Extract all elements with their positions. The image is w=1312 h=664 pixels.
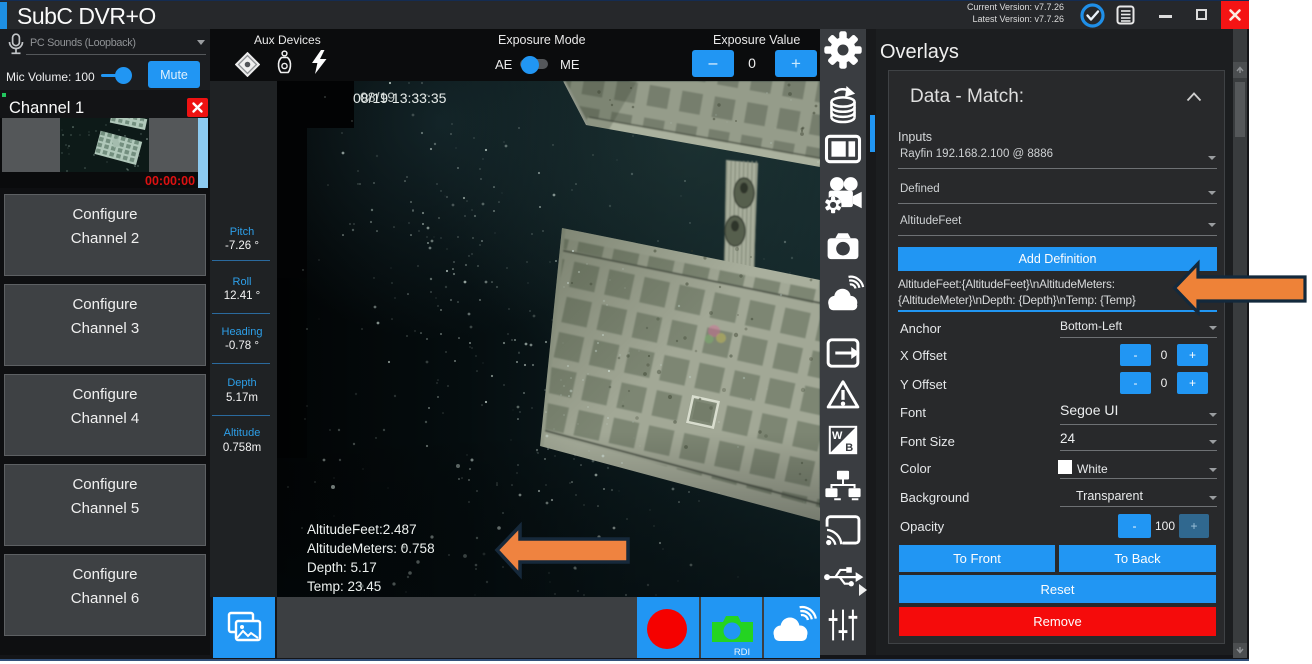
svg-text:RDI: RDI bbox=[734, 647, 750, 658]
svg-text:Depth: 5.17: Depth: 5.17 bbox=[307, 560, 377, 575]
svg-text:Temp: 23.45: Temp: 23.45 bbox=[307, 579, 381, 594]
svg-text:AltitudeMeters: 0.758: AltitudeMeters: 0.758 bbox=[307, 541, 435, 556]
svg-text:W: W bbox=[832, 430, 843, 442]
svg-text:B: B bbox=[845, 442, 853, 454]
svg-text:08/19 13:33:35: 08/19 13:33:35 bbox=[353, 90, 447, 106]
svg-text:AltitudeFeet:2.487: AltitudeFeet:2.487 bbox=[307, 522, 417, 537]
